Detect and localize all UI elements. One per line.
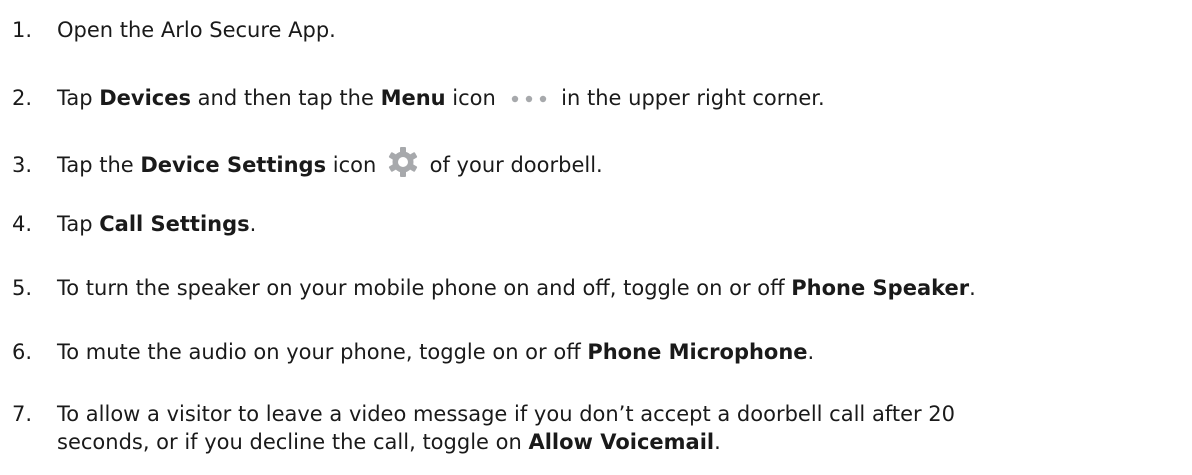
step-text: To mute the audio on your phone, toggle … xyxy=(57,340,588,364)
step-7: 7. To allow a visitor to leave a video me… xyxy=(12,400,1187,456)
step-text: Tap the xyxy=(57,153,141,177)
step-number: 6. xyxy=(12,340,33,364)
phone-speaker-label: Phone Speaker xyxy=(791,276,970,300)
step-1: 1. Open the Arlo Secure App. xyxy=(12,16,1187,44)
step-5: 5. To turn the speaker on your mobile pho… xyxy=(12,274,1187,302)
devices-label: Devices xyxy=(99,86,191,110)
step-text: seconds, or if you decline the call, tog… xyxy=(57,430,529,454)
step-number: 5. xyxy=(12,276,33,300)
menu-dots-icon xyxy=(511,95,546,103)
menu-label: Menu xyxy=(380,86,446,110)
step-text: of your doorbell. xyxy=(422,153,603,177)
step-text: Tap xyxy=(57,86,100,110)
step-text: . xyxy=(807,340,815,364)
step-text: Open the Arlo Secure App. xyxy=(57,18,336,42)
step-text: and then tap the xyxy=(191,86,381,110)
step-continuation: seconds, or if you decline the call, tog… xyxy=(12,428,1187,456)
step-text: in the upper right corner. xyxy=(554,86,825,110)
step-text: To turn the speaker on your mobile phone… xyxy=(57,276,792,300)
step-number: 2. xyxy=(12,86,33,110)
step-text: Tap xyxy=(57,212,100,236)
step-text: icon xyxy=(326,153,383,177)
step-text: . xyxy=(249,212,257,236)
allow-voicemail-label: Allow Voicemail xyxy=(528,430,715,454)
step-number: 4. xyxy=(12,212,33,236)
step-6: 6. To mute the audio on your phone, toggl… xyxy=(12,338,1187,366)
step-text: . xyxy=(714,430,721,454)
step-4: 4. Tap Call Settings. xyxy=(12,210,1187,238)
step-text: . xyxy=(969,276,976,300)
step-3: 3. Tap the Device Settings icon of your d… xyxy=(12,146,1187,179)
step-number: 1. xyxy=(12,18,33,42)
phone-microphone-label: Phone Microphone xyxy=(587,340,808,364)
step-text: To allow a visitor to leave a video mess… xyxy=(57,402,956,426)
step-number: 7. xyxy=(12,402,33,426)
device-settings-label: Device Settings xyxy=(140,153,327,177)
step-2: 2. Tap Devices and then tap the Menu icon… xyxy=(12,84,1187,112)
call-settings-label: Call Settings xyxy=(99,212,250,236)
step-number: 3. xyxy=(12,153,33,177)
gear-icon xyxy=(388,147,418,177)
step-text: icon xyxy=(445,86,503,110)
